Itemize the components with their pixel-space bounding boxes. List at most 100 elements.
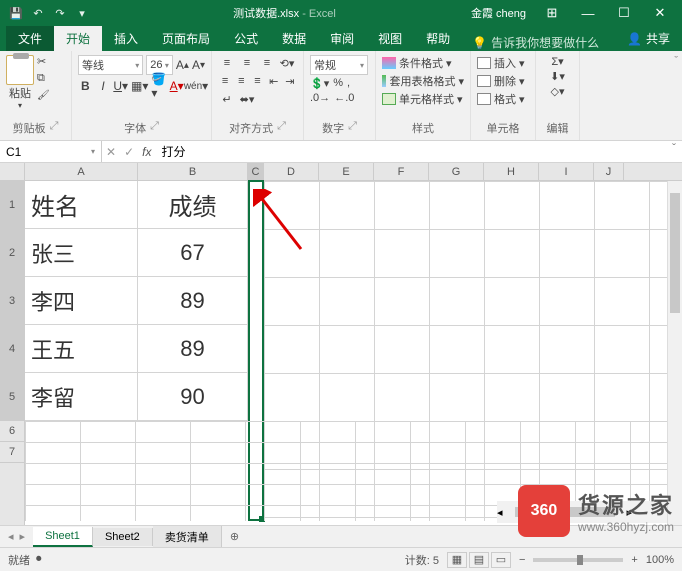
col-header-f[interactable]: F <box>374 163 429 180</box>
font-name-combo[interactable]: 等线▾ <box>78 55 143 75</box>
underline-button[interactable]: U▾ <box>113 77 128 95</box>
close-icon[interactable]: ✕ <box>642 0 678 26</box>
cell-b2[interactable]: 67 <box>138 229 248 277</box>
cell-a4[interactable]: 王五 <box>25 325 138 373</box>
bold-button[interactable]: B <box>78 77 93 95</box>
tab-pagelayout[interactable]: 页面布局 <box>150 26 222 51</box>
cell-a2[interactable]: 张三 <box>25 229 138 277</box>
autosum-icon[interactable]: Σ▾ <box>551 55 563 68</box>
border-button[interactable]: ▦▾ <box>131 77 148 95</box>
wrap-text-icon[interactable]: ↵ <box>218 91 236 107</box>
share-button[interactable]: 👤 共享 <box>615 26 682 51</box>
new-sheet-button[interactable]: ⊕ <box>222 530 247 543</box>
indent-inc-icon[interactable]: ⇥ <box>283 73 297 89</box>
cell-styles-button[interactable]: 单元格样式 ▾ <box>382 91 464 107</box>
shrink-font-icon[interactable]: A▾ <box>192 58 205 72</box>
cell-b4[interactable]: 89 <box>138 325 248 373</box>
align-left-icon[interactable]: ≡ <box>218 73 232 89</box>
col-header-d[interactable]: D <box>264 163 319 180</box>
align-middle-icon[interactable]: ≡ <box>238 55 256 71</box>
percent-icon[interactable]: % <box>333 77 343 90</box>
clear-icon[interactable]: ◇▾ <box>551 85 565 98</box>
col-header-h[interactable]: H <box>484 163 539 180</box>
align-center-icon[interactable]: ≡ <box>234 73 248 89</box>
decrease-decimal-icon[interactable]: ←.0 <box>334 92 354 104</box>
redo-icon[interactable]: ↷ <box>50 3 70 23</box>
currency-icon[interactable]: 💲▾ <box>310 77 329 90</box>
conditional-format-button[interactable]: 条件格式 ▾ <box>382 55 464 71</box>
sheet-tab-1[interactable]: Sheet1 <box>33 527 93 547</box>
zoom-value[interactable]: 100% <box>646 554 674 566</box>
align-right-icon[interactable]: ≡ <box>250 73 264 89</box>
maximize-icon[interactable]: ☐ <box>606 0 642 26</box>
tab-review[interactable]: 审阅 <box>318 26 366 51</box>
delete-cells-button[interactable]: 删除 ▾ <box>477 73 529 89</box>
copy-icon[interactable] <box>37 72 53 86</box>
sheet-tab-3[interactable]: 卖货清单 <box>153 526 222 548</box>
merge-cells-icon[interactable]: ⬌▾ <box>238 91 256 107</box>
format-cells-button[interactable]: 格式 ▾ <box>477 91 529 107</box>
align-bottom-icon[interactable]: ≡ <box>258 55 276 71</box>
comma-icon[interactable]: , <box>347 77 350 90</box>
cut-icon[interactable] <box>37 55 53 69</box>
undo-icon[interactable]: ↶ <box>28 3 48 23</box>
fill-icon[interactable]: ⬇▾ <box>550 70 565 83</box>
col-header-a[interactable]: A <box>25 163 138 180</box>
col-header-c[interactable]: C <box>248 163 264 180</box>
zoom-out-button[interactable]: − <box>519 554 525 566</box>
sheet-nav-prev-icon[interactable]: ◂ <box>8 530 14 543</box>
tell-me-box[interactable]: 💡 告诉我你想要做什么 <box>472 34 599 51</box>
minimize-icon[interactable]: — <box>570 0 606 26</box>
tab-data[interactable]: 数据 <box>270 26 318 51</box>
alignment-dialog-icon[interactable]: ⤢ <box>277 120 286 136</box>
ribbon-options-icon[interactable]: ⊞ <box>534 0 570 26</box>
row-header-3[interactable]: 3 <box>0 277 24 325</box>
accessibility-icon[interactable]: ⏺ <box>36 553 42 566</box>
cell-a3[interactable]: 李四 <box>25 277 138 325</box>
insert-cells-button[interactable]: 插入 ▾ <box>477 55 529 71</box>
tab-view[interactable]: 视图 <box>366 26 414 51</box>
cell-a1[interactable]: 姓名 <box>25 181 138 229</box>
clipboard-dialog-icon[interactable]: ⤢ <box>50 120 59 136</box>
cell-b5[interactable]: 90 <box>138 373 248 421</box>
col-header-j[interactable]: J <box>594 163 624 180</box>
row-header-5[interactable]: 5 <box>0 373 24 421</box>
qat-more-icon[interactable]: ▾ <box>72 3 92 23</box>
fx-icon[interactable]: fx <box>142 145 151 159</box>
user-name[interactable]: 金霞 cheng <box>471 5 526 21</box>
page-break-view-icon[interactable]: ▭ <box>491 552 511 568</box>
format-painter-icon[interactable] <box>37 89 53 103</box>
sheet-nav-next-icon[interactable]: ▸ <box>20 530 26 543</box>
row-header-7[interactable]: 7 <box>0 442 24 463</box>
row-header-6[interactable]: 6 <box>0 421 24 442</box>
number-dialog-icon[interactable]: ⤢ <box>348 120 357 136</box>
select-all-corner[interactable] <box>0 163 25 180</box>
enter-formula-icon[interactable]: ✓ <box>124 145 134 159</box>
save-icon[interactable]: 💾 <box>6 3 26 23</box>
formula-input[interactable]: 打分 <box>155 141 666 162</box>
cell-b1[interactable]: 成绩 <box>138 181 248 229</box>
indent-dec-icon[interactable]: ⇤ <box>267 73 281 89</box>
tab-help[interactable]: 帮助 <box>414 26 462 51</box>
zoom-in-button[interactable]: + <box>631 554 637 566</box>
cancel-formula-icon[interactable]: ✕ <box>106 145 116 159</box>
italic-button[interactable]: I <box>96 77 111 95</box>
format-as-table-button[interactable]: 套用表格格式 ▾ <box>382 73 464 89</box>
paste-button[interactable]: 粘贴 ▾ <box>6 55 34 110</box>
col-header-g[interactable]: G <box>429 163 484 180</box>
row-header-2[interactable]: 2 <box>0 229 24 277</box>
name-box[interactable]: C1▾ <box>0 141 102 162</box>
cell-b3[interactable]: 89 <box>138 277 248 325</box>
number-format-combo[interactable]: 常规▾ <box>310 55 368 75</box>
tab-insert[interactable]: 插入 <box>102 26 150 51</box>
col-header-i[interactable]: I <box>539 163 594 180</box>
page-layout-view-icon[interactable]: ▤ <box>469 552 489 568</box>
sheet-tab-2[interactable]: Sheet2 <box>93 528 153 546</box>
expand-formula-bar-icon[interactable]: ˇ <box>666 141 682 162</box>
row-header-4[interactable]: 4 <box>0 325 24 373</box>
phonetic-button[interactable]: wén▾ <box>187 77 205 95</box>
tab-formulas[interactable]: 公式 <box>222 26 270 51</box>
tab-home[interactable]: 开始 <box>54 26 102 51</box>
col-header-e[interactable]: E <box>319 163 374 180</box>
tab-file[interactable]: 文件 <box>6 26 54 51</box>
